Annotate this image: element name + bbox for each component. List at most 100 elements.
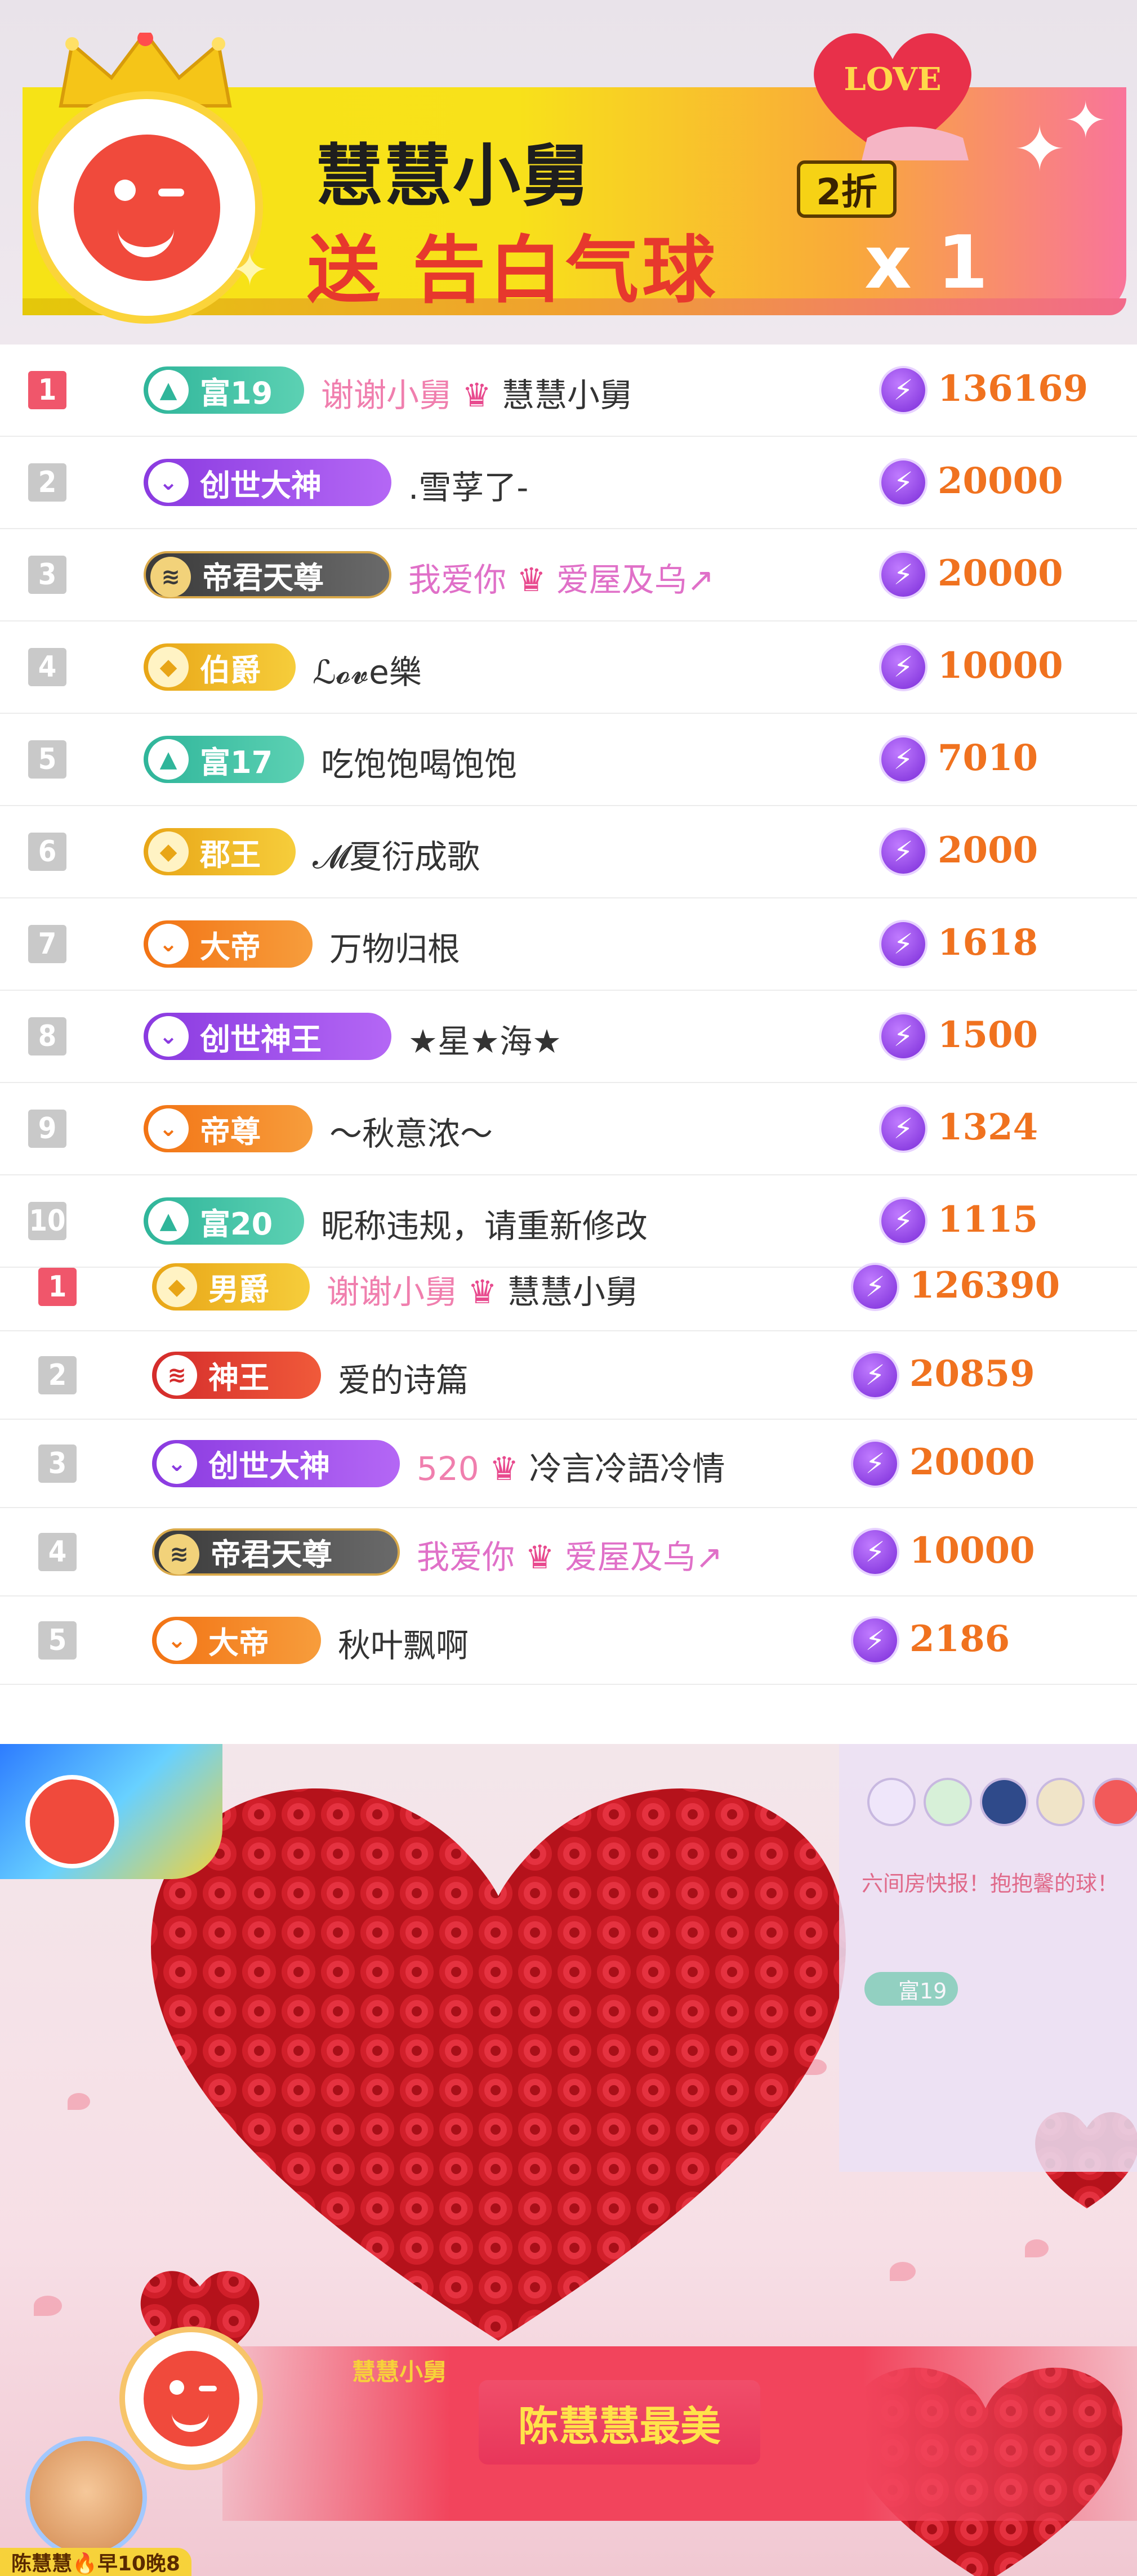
leaderboard-row[interactable]: 6 ◆ 郡王 𝓜夏衍成歌 ⚡ 2000 xyxy=(0,806,1137,898)
leaderboard-row[interactable]: 4 ≋ 帝君天尊 我爱你 ♛ 爱屋及乌↗ ⚡ 10000 xyxy=(0,1508,1137,1596)
sender-avatar[interactable] xyxy=(38,99,255,316)
contribution-score: 7010 xyxy=(938,737,1038,779)
coin-icon: ⚡ xyxy=(881,922,925,966)
level-label: 大帝 xyxy=(200,929,261,965)
user-nickname[interactable]: 谢谢小舅 ♛ 慧慧小舅 xyxy=(327,1265,638,1313)
level-icon: ≋ xyxy=(159,1533,199,1575)
nickname-suffix: 慧慧小舅 xyxy=(507,1272,638,1311)
rank-number: 6 xyxy=(28,833,66,871)
contribution-score: 10000 xyxy=(938,645,1063,687)
level-label: 富20 xyxy=(200,1206,273,1242)
rank-number: 5 xyxy=(38,1621,77,1660)
user-nickname[interactable]: ★星★海★ xyxy=(408,1015,561,1062)
coin-icon: ⚡ xyxy=(881,1199,925,1243)
user-nickname[interactable]: ～秋意浓～ xyxy=(329,1107,493,1155)
user-nickname[interactable]: 520 ♛ 冷言冷語冷情 xyxy=(417,1442,725,1490)
leaderboard-row[interactable]: 8 ⌄ 创世神王 ★星★海★ ⚡ 1500 xyxy=(0,991,1137,1083)
gift-description: 送 告白气球 xyxy=(307,227,719,313)
level-icon: ▲ xyxy=(148,1201,189,1241)
level-label: 帝尊 xyxy=(200,1113,261,1150)
level-badge: ▲ 富19 xyxy=(144,366,304,414)
user-nickname[interactable]: 谢谢小舅 ♛ 慧慧小舅 xyxy=(321,369,632,416)
level-badge: ⌄ 大帝 xyxy=(152,1616,321,1664)
gift-message-bar: 慧慧小舅 陈慧慧最美 xyxy=(222,2346,1137,2521)
nickname-text: ～秋意浓～ xyxy=(329,1115,493,1153)
user-nickname[interactable]: .雪莩了- xyxy=(408,461,528,508)
leaderboard-row[interactable]: 2 ⌄ 创世大神 .雪莩了- ⚡ 20000 xyxy=(0,437,1137,529)
leaderboard-row[interactable]: 5 ⌄ 大帝 秋叶飘啊 ⚡ 2186 xyxy=(0,1596,1137,1685)
coin-icon: ⚡ xyxy=(853,1264,897,1309)
leaderboard-row[interactable]: 5 ▲ 富17 吃饱饱喝饱饱 ⚡ 7010 xyxy=(0,714,1137,806)
contribution-score: 1115 xyxy=(938,1198,1038,1241)
nickname-text: 秋叶飘啊 xyxy=(338,1626,469,1665)
level-icon: ⌄ xyxy=(148,924,189,964)
leaderboard-row[interactable]: 9 ⌄ 帝尊 ～秋意浓～ ⚡ 1324 xyxy=(0,1083,1137,1175)
medal-icon[interactable] xyxy=(1036,1778,1085,1826)
medal-icon[interactable] xyxy=(924,1778,972,1826)
rank-number: 2 xyxy=(28,463,66,502)
rich-level-badge: 富19 xyxy=(864,1972,958,2006)
nickname-suffix: 冷言冷語冷情 xyxy=(529,1449,725,1488)
user-nickname[interactable]: 昵称违规，请重新修改 xyxy=(321,1200,648,1247)
medal-icon[interactable] xyxy=(867,1778,916,1826)
coin-icon: ⚡ xyxy=(881,645,925,689)
coin-icon: ⚡ xyxy=(881,460,925,504)
medal-icon[interactable] xyxy=(1093,1778,1137,1826)
level-icon: ◆ xyxy=(148,831,189,872)
leaderboard-row[interactable]: 1 ◆ 男爵 谢谢小舅 ♛ 慧慧小舅 ⚡ 126390 xyxy=(0,1243,1137,1331)
level-badge: ⌄ 创世大神 xyxy=(152,1439,400,1487)
crown-icon: ♛ xyxy=(452,376,502,414)
room-news-text: 六间房快报！抱抱馨的球！ xyxy=(862,1871,1119,1896)
rank-number: 7 xyxy=(28,925,66,963)
gift-count: x 1 xyxy=(864,220,988,305)
nickname-suffix: 慧慧小舅 xyxy=(501,376,632,414)
level-label: 大帝 xyxy=(208,1625,269,1661)
leaderboard-row[interactable]: 3 ⌄ 创世大神 520 ♛ 冷言冷語冷情 ⚡ 20000 xyxy=(0,1420,1137,1508)
contribution-score: 20000 xyxy=(909,1441,1035,1483)
user-nickname[interactable]: 秋叶飘啊 xyxy=(338,1619,469,1666)
nickname-text: ★星★海★ xyxy=(408,1022,561,1061)
user-nickname[interactable]: 我爱你 ♛ 爱屋及乌↗ xyxy=(417,1531,723,1578)
contribution-score: 1618 xyxy=(938,922,1038,964)
user-nickname[interactable]: 万物归根 xyxy=(329,923,460,970)
level-icon: ◆ xyxy=(148,647,189,687)
leaderboard-row[interactable]: 2 ≋ 神王 爱的诗篇 ⚡ 20859 xyxy=(0,1331,1137,1420)
level-badge: ⌄ 创世神王 xyxy=(144,1013,391,1060)
nickname-text: 𝓜夏衍成歌 xyxy=(313,838,480,876)
nickname-text: 谢谢小舅 xyxy=(321,376,452,414)
leaderboard-row[interactable]: 1 ▲ 富19 谢谢小舅 ♛ 慧慧小舅 ⚡ 136169 xyxy=(0,345,1137,437)
user-nickname[interactable]: 我爱你 ♛ 爱屋及乌↗ xyxy=(408,553,715,601)
contribution-score: 20000 xyxy=(938,460,1063,502)
leaderboard-row[interactable]: 4 ◆ 伯爵 ℒ𝓸𝓿e樂 ⚡ 10000 xyxy=(0,621,1137,714)
level-icon: ◆ xyxy=(157,1266,197,1307)
level-label: 创世大神 xyxy=(200,467,322,503)
nickname-text: 谢谢小舅 xyxy=(327,1272,458,1311)
nickname-text: 我爱你 xyxy=(408,561,507,599)
rich-medal-icon[interactable] xyxy=(980,1778,1028,1826)
level-badge: ◆ 伯爵 xyxy=(144,643,296,691)
petal xyxy=(34,2296,62,2316)
nickname-text: 我爱你 xyxy=(417,1537,515,1576)
petal xyxy=(890,2262,916,2281)
leaderboard-row[interactable]: 3 ≋ 帝君天尊 我爱你 ♛ 爱屋及乌↗ ⚡ 20000 xyxy=(0,529,1137,621)
user-nickname[interactable]: 𝓜夏衍成歌 xyxy=(313,830,480,878)
nickname-text: 万物归根 xyxy=(329,930,461,968)
contribution-score: 2186 xyxy=(909,1617,1010,1660)
user-nickname[interactable]: ℒ𝓸𝓿e樂 xyxy=(313,646,422,693)
host-avatar[interactable] xyxy=(25,2436,147,2558)
gift-sender-avatar[interactable] xyxy=(119,2327,263,2470)
crown-icon: ♛ xyxy=(479,1449,529,1488)
rank-number: 5 xyxy=(28,740,66,779)
contribution-score: 1500 xyxy=(938,1014,1038,1056)
level-icon: ≋ xyxy=(150,557,191,597)
user-nickname[interactable]: 吃饱饱喝饱饱 xyxy=(321,738,517,785)
level-badge: ◆ 郡王 xyxy=(144,828,296,875)
contribution-score: 20000 xyxy=(938,552,1063,594)
crown-icon: ♛ xyxy=(457,1272,507,1311)
streamer-avatar[interactable] xyxy=(25,1775,119,1868)
leaderboard-row[interactable]: 7 ⌄ 大帝 万物归根 ⚡ 1618 xyxy=(0,898,1137,991)
level-icon: ⌄ xyxy=(157,1443,197,1484)
user-nickname[interactable]: 爱的诗篇 xyxy=(338,1354,469,1401)
coin-icon: ⚡ xyxy=(853,1530,897,1574)
live-stream-view: 六间房快报！抱抱馨的球！ 富19 慧慧小舅 陈慧慧最美 陈慧慧🔥早10晚8 xyxy=(0,1744,1137,2576)
